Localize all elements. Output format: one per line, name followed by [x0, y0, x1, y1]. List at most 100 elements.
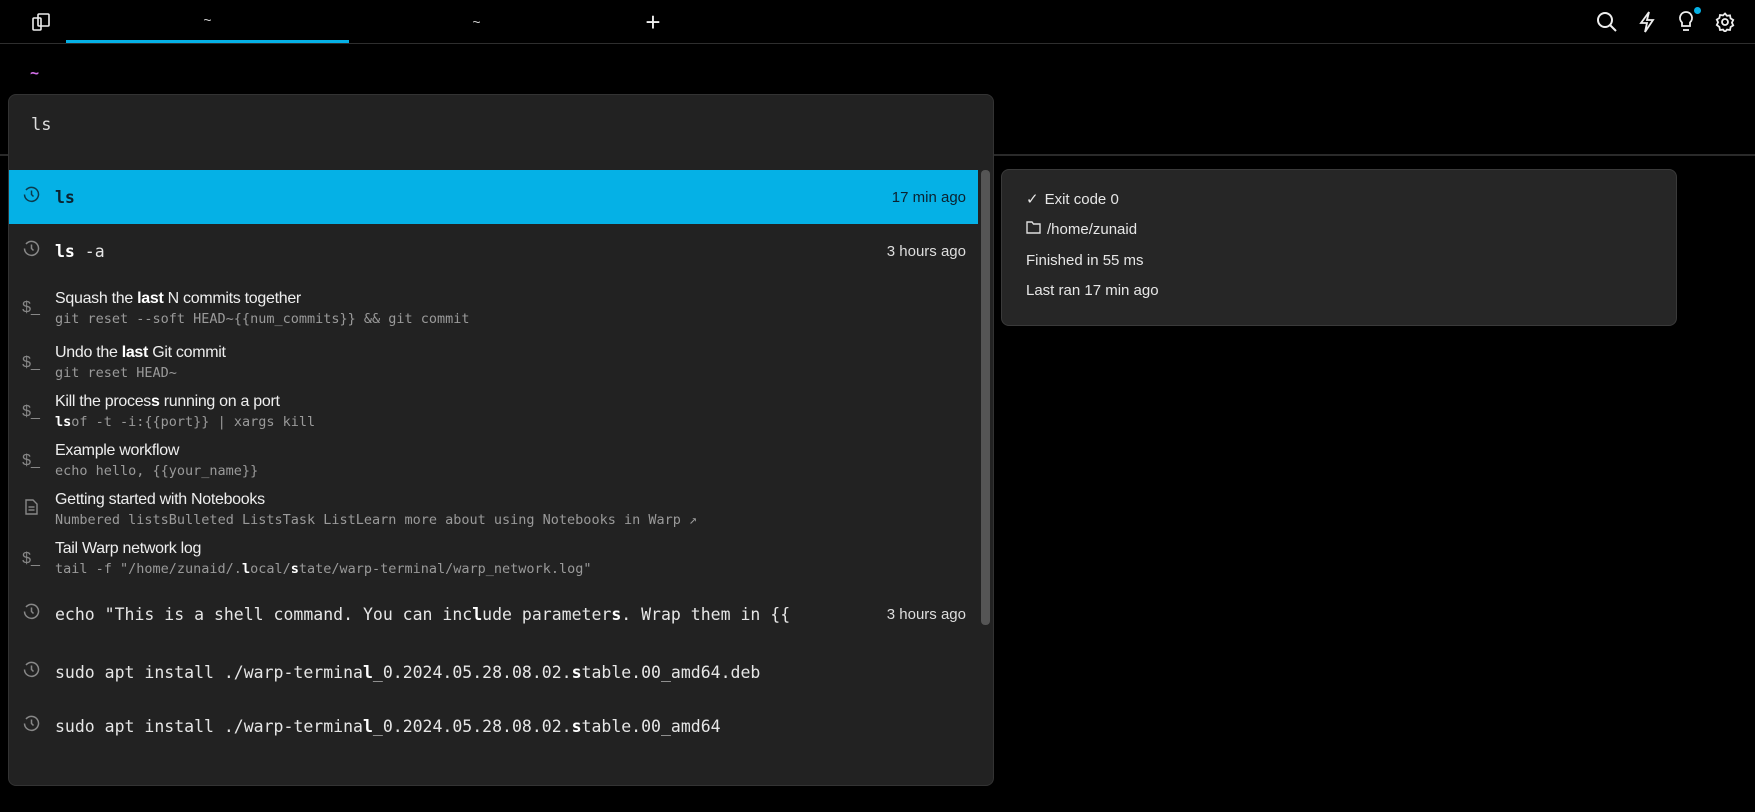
tab-label: ~: [472, 13, 481, 30]
command-text: echo "This is a shell command. You can i…: [55, 605, 968, 624]
list-item[interactable]: $_ Example workflow echo hello, {{your_nam…: [9, 436, 978, 485]
workflow-icon: $_: [22, 402, 40, 420]
text-segment: Nu: [55, 512, 72, 528]
search-input[interactable]: ls: [31, 115, 51, 135]
history-icon: [19, 186, 43, 208]
scrollbar[interactable]: [981, 170, 990, 625]
plus-icon[interactable]: +: [640, 7, 666, 37]
text-segment: last: [121, 344, 149, 361]
list-item[interactable]: ls 17 min ago: [9, 170, 978, 224]
list-item[interactable]: $_ Kill the process running on a port lsof…: [9, 387, 978, 436]
text-segment: s: [571, 716, 582, 736]
text-segment: sudo apt install ./warp-termina: [55, 716, 363, 736]
item-body: Squash the last N commits together git re…: [55, 290, 968, 327]
text-segment: s: [611, 604, 622, 624]
history-icon: [19, 661, 43, 683]
text-segment: -a: [74, 241, 105, 261]
text-segment: N commits together: [163, 289, 302, 307]
text-segment: echo "This is a shell command. You can i…: [55, 604, 473, 624]
list-item[interactable]: $_ Undo the last Git commit git reset HEAD…: [9, 338, 978, 387]
list-item[interactable]: echo "This is a shell command. You can i…: [9, 583, 978, 645]
folder-icon: [1026, 220, 1041, 238]
prompt-path: ~: [30, 64, 40, 82]
text-segment: git reset HEAD~: [55, 365, 177, 381]
item-command: git reset --soft HEAD~{{num_commits}} &&…: [55, 311, 968, 327]
history-icon: [19, 240, 43, 262]
bulb-icon[interactable]: [1673, 7, 1701, 35]
text-segment: echo hello, {{your_name}}: [55, 463, 259, 479]
text-segment: l: [362, 662, 373, 682]
notification-dot: [1694, 7, 1701, 14]
text-segment: tail -f "/home/zunaid/.: [55, 561, 242, 577]
item-body: Getting started with Notebooks Numbered l…: [55, 491, 968, 528]
text-segment: git reset --soft HEAD~{{num_commits}} &&…: [55, 310, 470, 327]
list-item[interactable]: $_ Squash the last N commits together git …: [9, 278, 978, 338]
text-segment: . Wrap them in {{: [621, 604, 791, 624]
tab-2[interactable]: ~: [349, 0, 604, 43]
timestamp: 3 hours ago: [882, 605, 966, 623]
workflow-icon: $_: [22, 451, 40, 469]
item-body: echo "This is a shell command. You can i…: [55, 605, 968, 624]
command-text: sudo apt install ./warp-terminal_0.2024.…: [55, 663, 968, 682]
text-segment: l: [472, 604, 483, 624]
item-body: sudo apt install ./warp-terminal_0.2024.…: [55, 663, 968, 682]
list-item[interactable]: $_ Tail Warp network log tail -f "/home/zu…: [9, 534, 978, 583]
command-text: sudo apt install ./warp-terminal_0.2024.…: [55, 717, 968, 736]
notebook-icon: [19, 499, 43, 520]
text-segment: table.00_amd64: [581, 716, 721, 736]
text-segment: sudo apt install ./warp-termina: [55, 662, 363, 682]
text-segment: Example workflow: [55, 442, 180, 459]
tab-bar: ~ ~ +: [0, 0, 1755, 44]
text-segment: table.00_amd64.deb: [581, 662, 761, 682]
history-icon: [19, 715, 43, 737]
list-item[interactable]: ls -a 3 hours ago: [9, 224, 978, 278]
workflow-icon: $_: [22, 353, 40, 371]
item-title: Squash the last N commits together: [55, 290, 968, 308]
tab-label: ~: [203, 12, 212, 28]
item-body: Undo the last Git commit git reset HEAD~: [55, 344, 968, 381]
list-item[interactable]: sudo apt install ./warp-terminal_0.2024.…: [9, 699, 978, 753]
text-segment: of -t -i:{{port}} | xargs kill: [71, 414, 316, 430]
timestamp: 3 hours ago: [882, 242, 966, 260]
text-segment: ls: [55, 241, 75, 261]
text-segment: Getting started with Notebooks: [55, 491, 265, 508]
text-segment: _0.2024.05.28.08.02.: [372, 716, 572, 736]
duration: Finished in 55 ms: [1026, 252, 1144, 269]
text-segment: _0.2024.05.28.08.02.: [372, 662, 572, 682]
text-segment: Squash the: [55, 289, 138, 307]
text-segment: last: [137, 289, 164, 307]
command-text: ls -a: [55, 242, 968, 261]
item-command: Numbered listsBulleted ListsTask ListLea…: [55, 512, 968, 528]
gear-icon[interactable]: [1712, 9, 1738, 35]
text-segment: ocal/: [250, 561, 291, 577]
tab-1[interactable]: ~: [66, 0, 349, 43]
check-icon: ✓: [1026, 191, 1039, 208]
item-command: tail -f "/home/zunaid/.local/state/warp-…: [55, 561, 968, 577]
item-body: Kill the process running on a port lsof -…: [55, 393, 968, 430]
text-segment: Undo the: [55, 344, 122, 361]
list-item[interactable]: Getting started with Notebooks Numbered l…: [9, 485, 978, 534]
exit-code: Exit code 0: [1044, 190, 1119, 208]
directory: /home/zunaid: [1047, 220, 1138, 238]
text-segment: s: [151, 393, 160, 410]
search-icon[interactable]: [1594, 9, 1620, 35]
command-search-palette: ls ls 17 min ago ls -a 3 hours ago $_ Squash …: [8, 94, 994, 786]
text-segment: s: [290, 561, 299, 577]
item-command: lsof -t -i:{{port}} | xargs kill: [55, 414, 968, 430]
item-body: sudo apt install ./warp-terminal_0.2024.…: [55, 717, 968, 736]
text-segment: l: [362, 716, 373, 736]
text-segment: running on a port: [159, 393, 280, 410]
text-segment: mbered listsBulleted ListsTask ListLearn…: [71, 512, 698, 528]
panels-icon[interactable]: [28, 9, 54, 35]
command-text: ls: [55, 188, 968, 207]
text-segment: s: [571, 662, 582, 682]
history-icon: [19, 603, 43, 625]
text-segment: ls: [55, 414, 72, 430]
bolt-icon[interactable]: [1634, 9, 1660, 35]
item-title: Example workflow: [55, 442, 968, 460]
item-title: Undo the last Git commit: [55, 344, 968, 362]
item-body: ls: [55, 188, 968, 207]
command-info-panel: ✓ Exit code 0 /home/zunaid Finished in 55…: [1001, 169, 1677, 326]
list-item[interactable]: sudo apt install ./warp-terminal_0.2024.…: [9, 645, 978, 699]
text-segment: Git commit: [148, 344, 226, 361]
